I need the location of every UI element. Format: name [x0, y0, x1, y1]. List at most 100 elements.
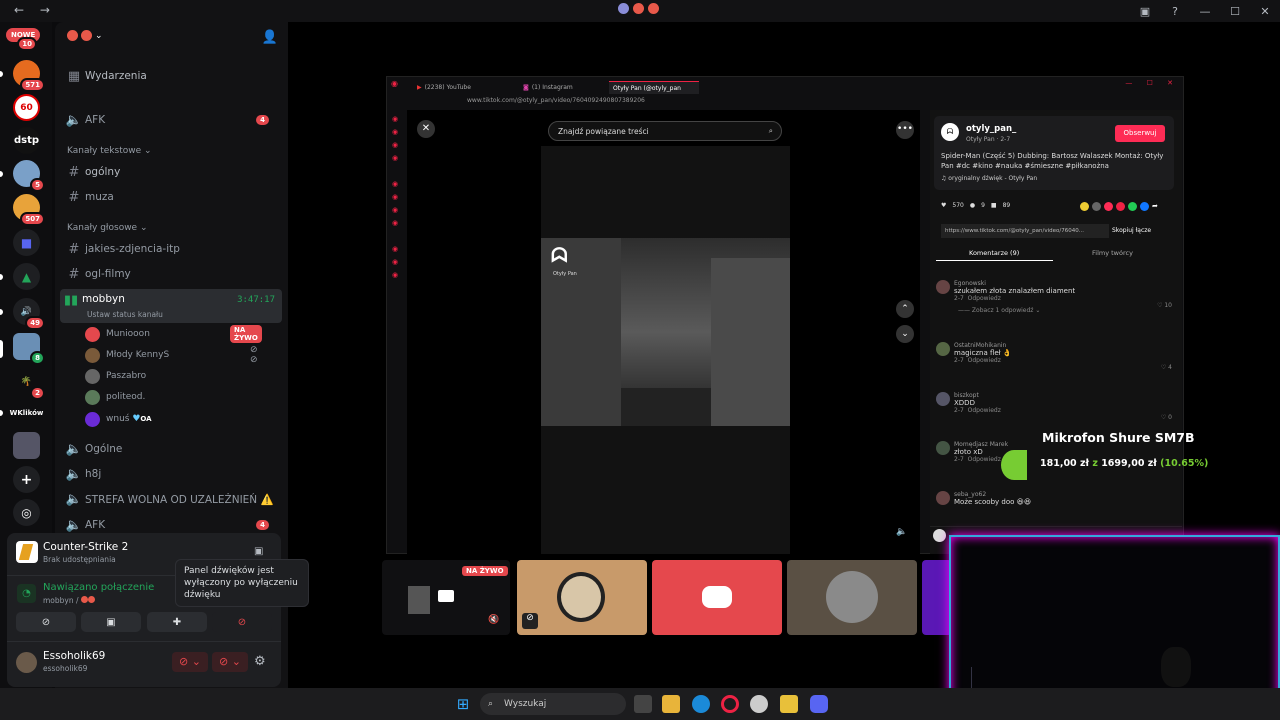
follow-button[interactable]: Obserwuj	[1115, 125, 1165, 142]
close-icon[interactable]: ✕	[1250, 5, 1280, 18]
bookmark-icon[interactable]: ■	[991, 202, 997, 209]
stream-tile[interactable]	[922, 560, 952, 635]
channel-h8j[interactable]: 🔈 h8j	[63, 462, 279, 486]
server-icon[interactable]: 5	[13, 160, 45, 192]
camera-off-button[interactable]: ⊘	[16, 612, 76, 632]
channel-ogl-filmy[interactable]: # ogl-filmy	[63, 262, 279, 286]
game-subtitle: Brak udostępniania	[43, 555, 116, 564]
settings-icon[interactable]: ⚙	[254, 654, 266, 669]
discord-taskbar-icon[interactable]	[810, 695, 828, 713]
stream-tile[interactable]	[652, 560, 782, 635]
voice-user[interactable]: wnuś ♥ OA	[85, 409, 152, 429]
events-item[interactable]: ▦ Wydarzenia	[63, 64, 279, 88]
signal-icon[interactable]: ◔	[17, 584, 36, 603]
tab-tiktok[interactable]: Otyły Pan (@otyly_pan	[609, 81, 699, 94]
discover-icon[interactable]: ◎	[13, 499, 40, 526]
tab-youtube[interactable]: ▶ (2238) YouTube	[413, 81, 475, 94]
channel-muza[interactable]: # muza	[63, 185, 279, 209]
help-icon[interactable]: ?	[1160, 5, 1190, 18]
related-search-input[interactable]: Znajdź powiązane treści ⌕	[548, 121, 782, 141]
app-icon[interactable]	[750, 695, 768, 713]
add-server-icon[interactable]: +	[13, 466, 40, 493]
add-friend-icon[interactable]: 👤	[262, 30, 278, 45]
share-icons[interactable]: ➦	[1080, 202, 1158, 211]
search-icon[interactable]: ⌕	[769, 126, 773, 136]
voice-user[interactable]: politeod.	[85, 387, 145, 407]
server-icon[interactable]	[13, 432, 40, 459]
heart-icon[interactable]: ♥	[941, 202, 946, 209]
server-icon[interactable]: ▲	[13, 263, 40, 290]
file-explorer-icon[interactable]	[662, 695, 680, 713]
server-icon[interactable]: 60	[13, 94, 40, 121]
avatar	[85, 326, 100, 342]
author-sub: Otyły Pan · 2-7	[966, 136, 1011, 143]
volume-icon[interactable]: 🔈	[896, 527, 907, 537]
see-replies[interactable]: —— Zobacz 1 odpowiedź ⌄	[958, 307, 1176, 314]
back-icon[interactable]: ←	[14, 3, 30, 17]
taskbar-search[interactable]: ⌕ Wyszukaj	[480, 693, 626, 715]
category-voice[interactable]: Kanały głosowe ⌄	[67, 223, 148, 233]
activities-button[interactable]: ✚	[147, 612, 207, 632]
forward-icon[interactable]: →	[40, 3, 56, 17]
voice-user[interactable]: Muniooon NA ŻYWO	[85, 324, 262, 344]
share-url-field[interactable]: https://www.tiktok.com/@otyly_pan/video/…	[941, 224, 1109, 238]
stream-tile[interactable]: NA ŻYWO 🔇	[382, 560, 510, 635]
close-video-icon[interactable]: ✕	[417, 120, 435, 138]
copy-link-button[interactable]: Skopiuj łącze	[1112, 224, 1151, 238]
connection-status[interactable]: Nawiązano połączenie	[43, 582, 154, 593]
server-icon[interactable]: dstp	[13, 127, 40, 154]
share-screen-button[interactable]: ▣	[81, 612, 141, 632]
comment-icon[interactable]: ●	[970, 202, 975, 209]
voice-user[interactable]: Paszabro	[85, 366, 146, 386]
server-icon[interactable]: 🔊 49	[13, 298, 45, 330]
soundboard-button[interactable]: ⊘	[212, 612, 272, 632]
maximize-icon[interactable]: ☐	[1220, 5, 1250, 18]
more-icon[interactable]: •••	[896, 121, 914, 139]
guild-header[interactable]: ⌄	[67, 30, 103, 41]
stream-tile[interactable]	[787, 560, 917, 635]
server-icon[interactable]: 571	[13, 60, 45, 92]
cs2-taskbar-icon[interactable]	[780, 695, 798, 713]
channel-mobbyn[interactable]: ▮▮ mobbyn 3:47:17 Ustaw status kanału	[60, 289, 282, 323]
previous-video-icon[interactable]: ⌃	[896, 300, 914, 318]
voice-user[interactable]: Młody KennyS ⊘ ⊘	[85, 345, 258, 365]
mute-button[interactable]: ⊘ ⌄	[172, 652, 208, 672]
task-view-icon[interactable]	[634, 695, 652, 713]
channel-logo: ᗣ	[551, 243, 568, 267]
inbox-icon[interactable]: ▣	[1130, 5, 1160, 18]
channel-ogolny[interactable]: # ogólny	[63, 160, 279, 184]
status-hint[interactable]: Ustaw status kanału	[87, 310, 163, 319]
voice-timer: 3:47:17	[237, 295, 275, 305]
server-icon[interactable]: 🌴 2	[13, 368, 45, 400]
address-bar[interactable]: www.tiktok.com/@otyly_pan/video/76040924…	[467, 97, 645, 104]
sound-label[interactable]: ♫ oryginalny dźwięk - Otyły Pan	[941, 175, 1037, 182]
channel-jakies[interactable]: # jakies-zdjencia-itp	[63, 237, 279, 261]
server-icon[interactable]: 8	[13, 333, 45, 365]
category-text[interactable]: Kanały tekstowe ⌄	[67, 146, 152, 156]
server-icon[interactable]: 507	[13, 194, 45, 226]
windows-start-icon[interactable]: ⊞	[454, 695, 472, 713]
server-icon[interactable]: WKlików	[10, 399, 43, 426]
channel-afk[interactable]: 🔈 AFK 4	[63, 108, 279, 132]
deafen-button[interactable]: ⊘ ⌄	[212, 652, 248, 672]
video-off-icon[interactable]: ⊘	[522, 613, 538, 629]
screen-share-icon[interactable]: ▣	[254, 546, 263, 557]
tab-comments[interactable]: Komentarze (9)	[969, 249, 1019, 257]
muted-icon[interactable]: 🔇	[488, 615, 499, 625]
avatar[interactable]	[16, 652, 37, 673]
tab-creator-videos[interactable]: Filmy twórcy	[1092, 249, 1133, 257]
stream-tile[interactable]: ⊘	[517, 560, 647, 635]
opera-icon[interactable]	[721, 695, 739, 713]
author-name[interactable]: otyly_pan_	[966, 124, 1016, 134]
nav-arrows[interactable]: ← →	[14, 3, 56, 17]
next-video-icon[interactable]: ⌄	[896, 325, 914, 343]
reply-link[interactable]: Odpowiedz	[968, 295, 1001, 302]
channel-ogolne[interactable]: 🔈 Ogólne	[63, 437, 279, 461]
tab-instagram[interactable]: ◙ (1) Instagram	[519, 81, 577, 94]
speaker-icon: 🔈	[65, 441, 83, 457]
minimize-icon[interactable]: —	[1190, 5, 1220, 18]
channel-strefa[interactable]: 🔈 STREFA WOLNA OD UZALEŻNIEŃ ⚠️	[63, 487, 279, 511]
avatar[interactable]: ᗣ	[941, 123, 959, 141]
folder-icon[interactable]: ■	[13, 229, 40, 256]
edge-icon[interactable]	[692, 695, 710, 713]
